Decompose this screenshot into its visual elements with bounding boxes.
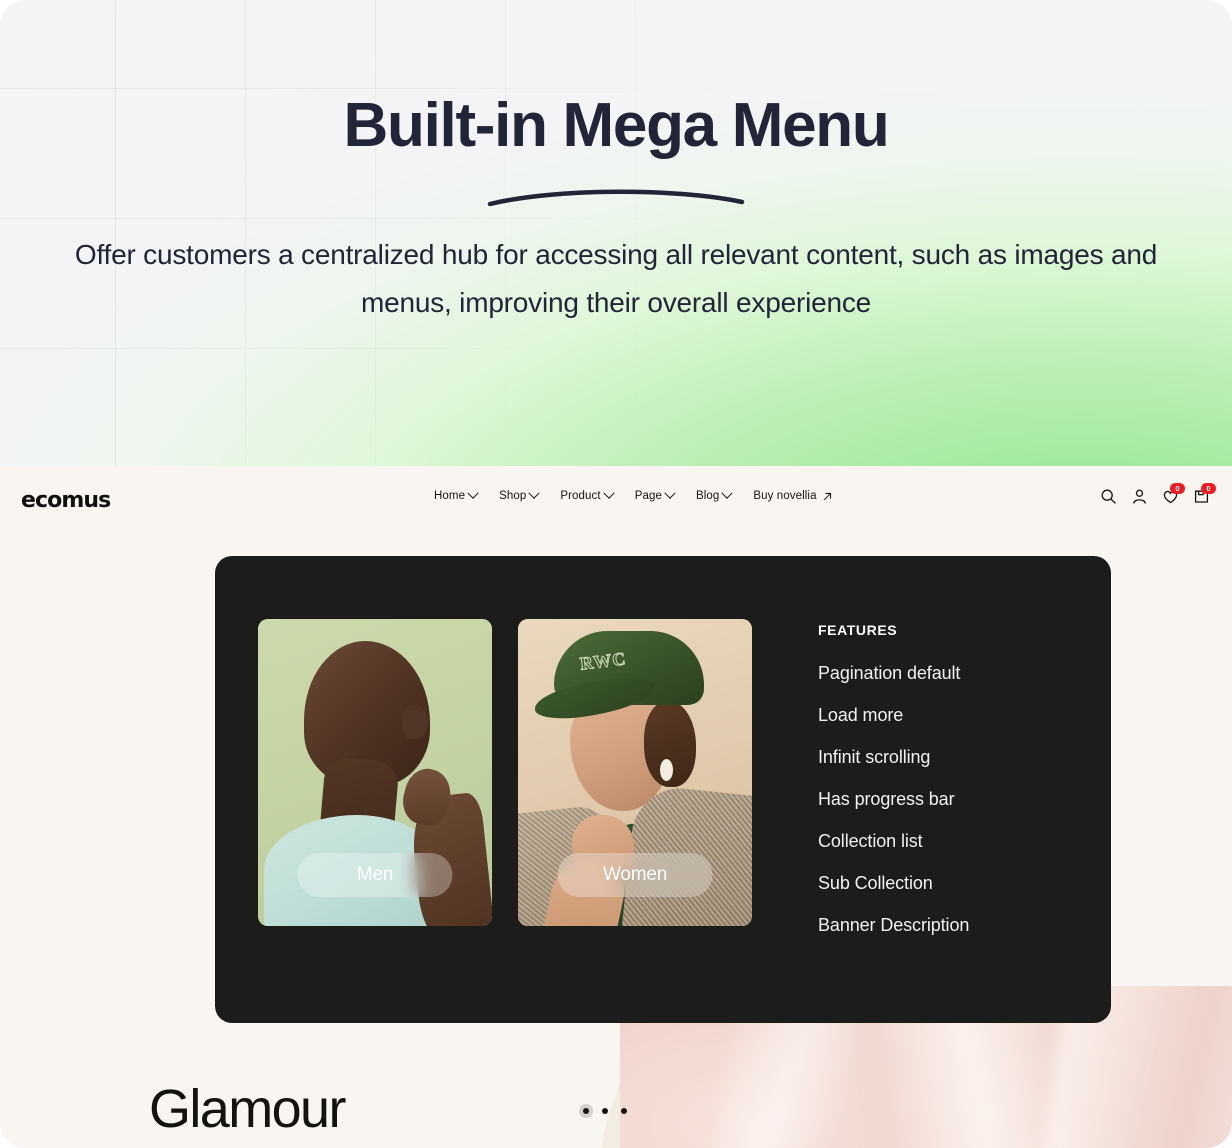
cart-count-badge: 0	[1201, 483, 1216, 494]
nav-item-shop[interactable]: Shop	[499, 487, 541, 502]
carousel-dot-3[interactable]	[621, 1108, 627, 1114]
wishlist-count-badge: 0	[1170, 483, 1185, 494]
feature-item-has-progress-bar[interactable]: Has progress bar	[818, 789, 969, 810]
feature-item-banner-description[interactable]: Banner Description	[818, 915, 969, 936]
nav-label: Buy novellia	[753, 490, 817, 502]
feature-item-sub-collection[interactable]: Sub Collection	[818, 873, 969, 894]
category-label-men: Men	[297, 853, 453, 897]
nav-item-buy-novellia[interactable]: Buy novellia	[753, 490, 831, 502]
nav-item-product[interactable]: Product	[560, 487, 615, 502]
chevron-down-icon	[664, 487, 676, 499]
nav-item-home[interactable]: Home	[434, 487, 479, 502]
hero-copy: Glamour Glam From casual to formal, we'v…	[149, 1078, 569, 1148]
mega-menu-panel: Men RWC Women FEATURES Pagination defaul…	[215, 556, 1111, 1023]
mega-menu-category-cards: Men RWC Women	[258, 619, 752, 1023]
header-icon-group: 0 0	[1100, 483, 1216, 505]
store-header: ecomus Home Shop Product Page Blog Buy n…	[0, 466, 1232, 534]
carousel-dot-2[interactable]	[602, 1108, 608, 1114]
nav-label: Product	[560, 490, 601, 502]
nav-label: Blog	[695, 490, 720, 502]
page-root: Built-in Mega Menu Offer customers a cen…	[0, 0, 1232, 1148]
wishlist-heart-icon[interactable]: 0	[1162, 483, 1185, 505]
carousel-pagination	[583, 1108, 627, 1114]
feature-item-pagination-default[interactable]: Pagination default	[818, 663, 969, 684]
promo-section: Built-in Mega Menu Offer customers a cen…	[0, 0, 1232, 466]
nav-label: Page	[634, 490, 662, 502]
hero-heading-line2: Glam	[149, 1142, 569, 1148]
carousel-dot-1[interactable]	[583, 1108, 589, 1114]
category-card-men[interactable]: Men	[258, 619, 492, 926]
arrow-up-right-icon	[823, 492, 831, 500]
chevron-down-icon	[721, 487, 734, 499]
underline-swoosh-icon	[487, 189, 745, 207]
page-subtitle: Offer customers a centralized hub for ac…	[74, 239, 1158, 319]
search-icon[interactable]	[1100, 488, 1117, 505]
nav-label: Shop	[499, 490, 527, 502]
hero-heading-line1: Glamour	[149, 1079, 346, 1139]
category-card-women[interactable]: RWC Women	[518, 619, 752, 926]
chevron-down-icon	[467, 487, 479, 499]
page-title: Built-in Mega Menu	[343, 91, 890, 160]
feature-item-infinit-scrolling[interactable]: Infinit scrolling	[818, 747, 969, 768]
account-icon[interactable]	[1131, 488, 1148, 505]
features-list: Pagination default Load more Infinit scr…	[818, 663, 969, 936]
category-label-women: Women	[557, 853, 713, 897]
features-heading: FEATURES	[818, 622, 898, 638]
brand-logo[interactable]: ecomus	[21, 488, 111, 513]
main-navigation: Home Shop Product Page Blog Buy novellia	[434, 487, 832, 502]
nav-item-blog[interactable]: Blog	[695, 487, 734, 502]
mega-menu-features-column: FEATURES Pagination default Load more In…	[818, 619, 969, 1023]
chevron-down-icon	[603, 487, 615, 499]
nav-label: Home	[434, 490, 466, 502]
feature-item-load-more[interactable]: Load more	[818, 705, 969, 726]
feature-item-collection-list[interactable]: Collection list	[818, 831, 969, 852]
chevron-down-icon	[528, 487, 541, 499]
cart-icon[interactable]: 0	[1193, 483, 1216, 505]
nav-item-page[interactable]: Page	[634, 487, 676, 502]
